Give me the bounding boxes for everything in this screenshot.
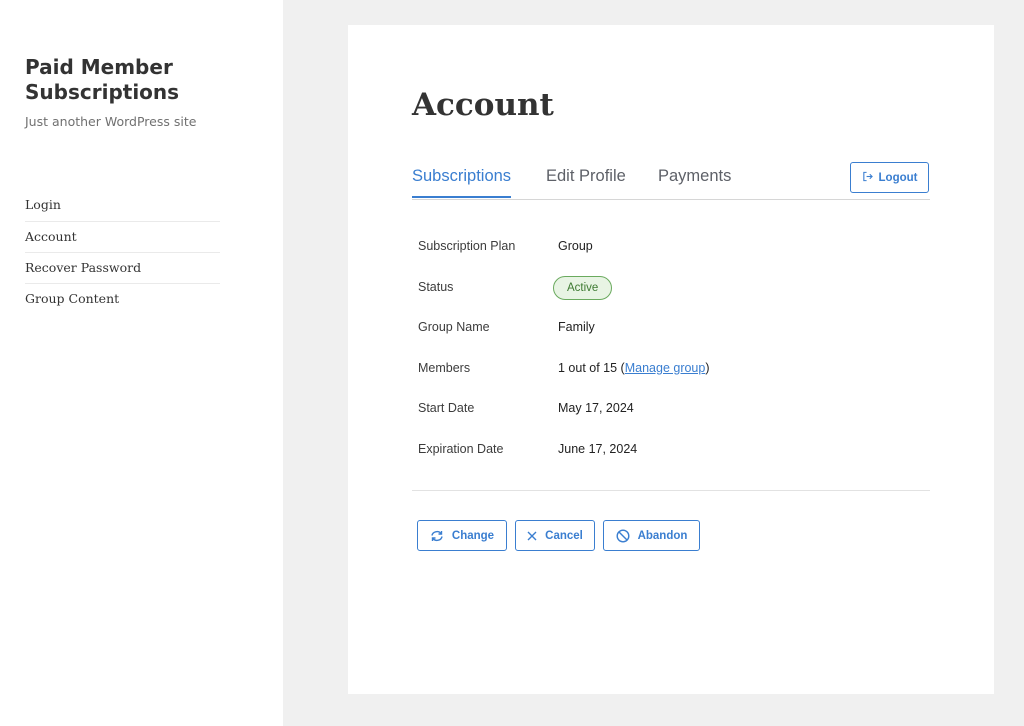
members-label: Members xyxy=(418,360,471,375)
page-title: Account xyxy=(412,87,554,123)
start-date-value: May 17, 2024 xyxy=(558,401,634,416)
group-name-label: Group Name xyxy=(418,320,490,335)
detail-row-start-date: Start Date May 17, 2024 xyxy=(418,391,918,432)
close-icon xyxy=(527,531,537,541)
expiration-date-value: June 17, 2024 xyxy=(558,441,638,456)
plan-label: Subscription Plan xyxy=(418,239,516,253)
detail-row-plan: Subscription Plan Group xyxy=(418,229,918,270)
site-title[interactable]: Paid Member Subscriptions xyxy=(25,55,265,105)
logout-button[interactable]: Logout xyxy=(850,162,929,193)
change-label: Change xyxy=(451,529,495,542)
sidebar-nav: Login Account Recover Password Group Con… xyxy=(25,190,220,314)
start-date-label: Start Date xyxy=(418,401,475,416)
detail-row-status: Status Active xyxy=(418,270,918,311)
abandon-label: Abandon xyxy=(637,529,688,542)
tab-payments[interactable]: Payments xyxy=(658,167,731,198)
status-value-wrap: Active xyxy=(553,275,613,300)
sidebar-item-recover-password[interactable]: Recover Password xyxy=(25,252,220,283)
expiration-date-label: Expiration Date xyxy=(418,441,504,456)
plan-value: Group xyxy=(558,239,593,253)
members-count: 1 out of 15 xyxy=(558,360,618,375)
status-label: Status xyxy=(418,279,454,294)
site-tagline: Just another WordPress site xyxy=(25,114,197,129)
group-name-value: Family xyxy=(558,320,595,335)
refresh-icon xyxy=(430,530,444,542)
logout-icon xyxy=(862,171,873,185)
block-icon xyxy=(616,528,630,543)
subscription-details: Subscription Plan Group Status Active Gr… xyxy=(418,229,918,473)
manage-group-link[interactable]: Manage group xyxy=(625,361,706,375)
sidebar: Paid Member Subscriptions Just another W… xyxy=(0,0,283,726)
logout-label: Logout xyxy=(878,171,918,184)
members-value: 1 out of 15 (Manage group) xyxy=(558,360,710,375)
detail-row-expiration-date: Expiration Date June 17, 2024 xyxy=(418,432,918,473)
sidebar-item-account[interactable]: Account xyxy=(25,221,220,252)
tab-subscriptions[interactable]: Subscriptions xyxy=(412,167,512,198)
change-button[interactable]: Change xyxy=(417,520,507,551)
cancel-label: Cancel xyxy=(545,529,583,542)
detail-row-group-name: Group Name Family xyxy=(418,310,918,351)
subscription-actions: Change Cancel Abandon xyxy=(417,520,700,551)
sidebar-item-login[interactable]: Login xyxy=(25,190,220,221)
tab-edit-profile[interactable]: Edit Profile xyxy=(546,167,626,198)
divider xyxy=(412,490,930,491)
detail-row-members: Members 1 out of 15 (Manage group) xyxy=(418,351,918,392)
sidebar-item-group-content[interactable]: Group Content xyxy=(25,283,220,314)
account-card: Account Subscriptions Edit Profile Payme… xyxy=(348,25,994,694)
cancel-button[interactable]: Cancel xyxy=(515,520,595,551)
abandon-button[interactable]: Abandon xyxy=(603,520,700,551)
status-badge: Active xyxy=(553,275,613,300)
